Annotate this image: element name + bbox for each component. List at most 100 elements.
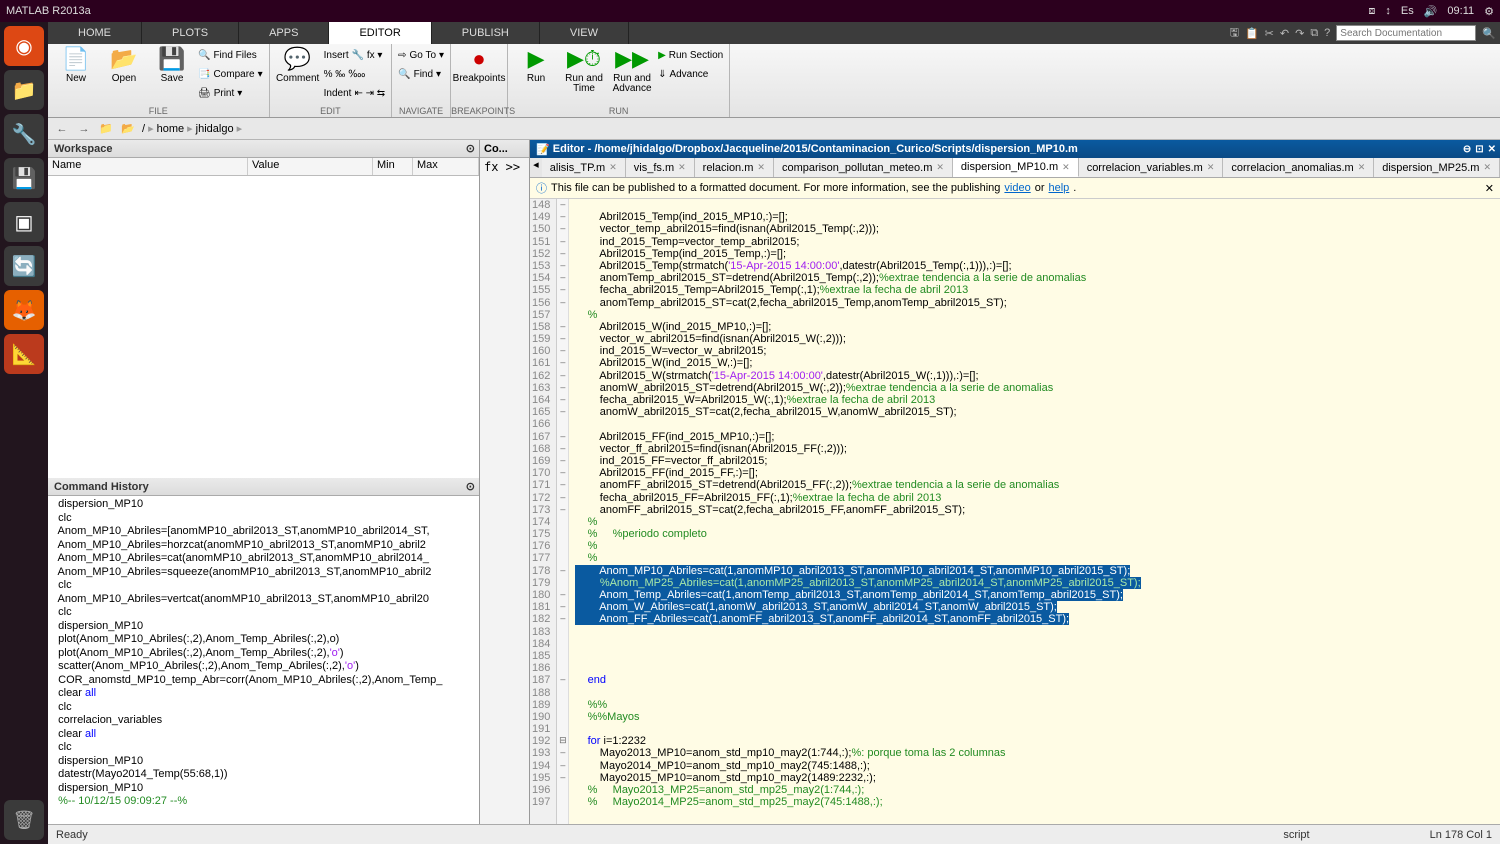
advance-button[interactable]: ⇓ Advance	[658, 65, 723, 83]
history-item[interactable]: clear all	[48, 687, 479, 701]
tab-close-icon[interactable]: ✕	[1358, 162, 1366, 173]
history-item[interactable]: clc	[48, 512, 479, 526]
qa-icon[interactable]: 🖫	[1230, 24, 1239, 43]
run-button[interactable]: ▶Run	[514, 46, 558, 94]
breakpoints-button[interactable]: ●Breakpoints	[457, 46, 501, 84]
workspace-body[interactable]	[48, 176, 479, 478]
ribbon-tab-plots[interactable]: PLOTS	[142, 22, 239, 44]
help-icon[interactable]: ?	[1324, 27, 1330, 39]
firefox-icon[interactable]: 🦊	[4, 290, 44, 330]
language-indicator[interactable]: Es	[1401, 5, 1414, 17]
ribbon-tab-apps[interactable]: APPS	[239, 22, 329, 44]
history-item[interactable]: clc	[48, 579, 479, 593]
panel-menu-icon[interactable]: ⊙	[466, 142, 475, 155]
goto-button[interactable]: ⇨ Go To ▾	[398, 46, 444, 64]
tab-close-icon[interactable]: ✕	[1062, 162, 1070, 173]
comment-button[interactable]: 💬Comment	[276, 46, 320, 102]
folder-icon[interactable]: 📂	[120, 121, 136, 137]
file-tab[interactable]: relacion.m ✕	[695, 158, 774, 177]
search-documentation[interactable]	[1336, 25, 1476, 41]
history-item[interactable]: dispersion_MP10	[48, 498, 479, 512]
history-item[interactable]: Anom_MP10_Abriles=cat(anomMP10_abril2013…	[48, 552, 479, 566]
file-tab[interactable]: dispersion_MP10.m ✕	[953, 158, 1079, 177]
qa-icon[interactable]: ⧉	[1310, 27, 1318, 40]
history-item[interactable]: Anom_MP10_Abriles=horzcat(anomMP10_abril…	[48, 539, 479, 553]
tab-close-icon[interactable]: ✕	[678, 162, 686, 173]
tab-close-icon[interactable]: ✕	[936, 162, 944, 173]
ribbon-tab-editor[interactable]: EDITOR	[329, 22, 431, 44]
insert-button[interactable]: Insert 🔧 fx ▾	[324, 46, 386, 64]
compare-button[interactable]: 📑 Compare ▾	[198, 65, 263, 83]
history-item[interactable]: dispersion_MP10	[48, 782, 479, 796]
find-button[interactable]: 🔍 Find ▾	[398, 65, 444, 83]
run-time-button[interactable]: ▶⏱Run and Time	[562, 46, 606, 94]
software-updater-icon[interactable]: 🔄	[4, 246, 44, 286]
maximize-icon[interactable]: ⊡	[1475, 144, 1483, 155]
history-item[interactable]: datestr(Mayo2014_Temp(55:68,1))	[48, 768, 479, 782]
history-item[interactable]: dispersion_MP10	[48, 620, 479, 634]
find-files-button[interactable]: 🔍 Find Files	[198, 46, 263, 64]
ribbon-tab-publish[interactable]: PUBLISH	[432, 22, 540, 44]
history-item[interactable]: %-- 10/12/15 09:09:27 --%	[48, 795, 479, 809]
matlab-icon[interactable]: 📐	[4, 334, 44, 374]
file-tab[interactable]: dispersion_MP25.m ✕	[1374, 158, 1500, 177]
history-item[interactable]: dispersion_MP10	[48, 755, 479, 769]
network-icon[interactable]: ↕	[1385, 5, 1391, 17]
ribbon-tab-view[interactable]: VIEW	[540, 22, 629, 44]
panel-menu-icon[interactable]: ⊙	[466, 480, 475, 493]
file-tab[interactable]: comparison_pollutan_meteo.m ✕	[774, 158, 953, 177]
history-item[interactable]: Anom_MP10_Abriles=vertcat(anomMP10_abril…	[48, 593, 479, 607]
banner-close-icon[interactable]: ✕	[1485, 182, 1494, 195]
file-tab[interactable]: correlacion_anomalias.m ✕	[1223, 158, 1374, 177]
clock[interactable]: 09:11	[1447, 5, 1474, 17]
qa-icon[interactable]: ↶	[1280, 27, 1289, 40]
tab-close-icon[interactable]: ✕	[609, 162, 617, 173]
open-button[interactable]: 📂Open	[102, 46, 146, 102]
forward-button[interactable]: →	[76, 121, 92, 137]
settings-icon[interactable]: 🔧	[4, 114, 44, 154]
terminal-icon[interactable]: ▣	[4, 202, 44, 242]
usb-icon[interactable]: 💾	[4, 158, 44, 198]
history-item[interactable]: plot(Anom_MP10_Abriles(:,2),Anom_Temp_Ab…	[48, 633, 479, 647]
history-item[interactable]: scatter(Anom_MP10_Abriles(:,2),Anom_Temp…	[48, 660, 479, 674]
search-icon[interactable]: 🔍	[1482, 27, 1496, 40]
tab-close-icon[interactable]: ✕	[757, 162, 765, 173]
history-item[interactable]: COR_anomstd_MP10_temp_Abr=corr(Anom_MP10…	[48, 674, 479, 688]
history-list[interactable]: dispersion_MP10 clc Anom_MP10_Abriles=[a…	[48, 496, 479, 824]
trash-icon[interactable]: 🗑	[4, 800, 44, 840]
dropbox-icon[interactable]: ⧈	[1368, 5, 1375, 18]
history-item[interactable]: Anom_MP10_Abriles=[anomMP10_abril2013_ST…	[48, 525, 479, 539]
file-tab[interactable]: vis_fs.m ✕	[626, 158, 695, 177]
back-button[interactable]: ←	[54, 121, 70, 137]
history-item[interactable]: correlacion_variables	[48, 714, 479, 728]
video-link[interactable]: video	[1004, 182, 1030, 194]
command-prompt[interactable]: fx >>	[480, 158, 529, 176]
tab-close-icon[interactable]: ✕	[1207, 162, 1215, 173]
comment-icons[interactable]: % ‰ ‱	[324, 65, 386, 83]
print-button[interactable]: 🖨 Print ▾	[198, 84, 263, 102]
history-item[interactable]: clc	[48, 741, 479, 755]
run-section-button[interactable]: ▶ Run Section	[658, 46, 723, 64]
history-item[interactable]: plot(Anom_MP10_Abriles(:,2),Anom_Temp_Ab…	[48, 647, 479, 661]
file-tab[interactable]: alisis_TP.m ✕	[542, 158, 626, 177]
minimize-icon[interactable]: ⊖	[1463, 144, 1471, 155]
history-item[interactable]: clc	[48, 606, 479, 620]
save-button[interactable]: 💾Save	[150, 46, 194, 102]
qa-icon[interactable]: 📋	[1245, 27, 1259, 40]
qa-icon[interactable]: ↷	[1295, 27, 1304, 40]
up-button[interactable]: 📁	[98, 121, 114, 137]
gear-icon[interactable]: ⚙	[1484, 5, 1494, 18]
qa-icon[interactable]: ✂	[1265, 27, 1274, 40]
editor-code-area[interactable]: 1481491501511521531541551561571581591601…	[530, 199, 1500, 824]
indent-button[interactable]: Indent ⇤ ⇥ ⇆	[324, 84, 386, 102]
file-tab[interactable]: correlacion_variables.m ✕	[1079, 158, 1224, 177]
ribbon-tab-home[interactable]: HOME	[48, 22, 142, 44]
history-item[interactable]: clear all	[48, 728, 479, 742]
tab-close-icon[interactable]: ✕	[1483, 162, 1491, 173]
dash-icon[interactable]: ◉	[4, 26, 44, 66]
run-advance-button[interactable]: ▶▶Run and Advance	[610, 46, 654, 94]
sound-icon[interactable]: 🔊	[1424, 5, 1438, 18]
help-link[interactable]: help	[1049, 182, 1070, 194]
tab-scroll-left[interactable]: ◂	[530, 158, 542, 177]
close-icon[interactable]: ✕	[1488, 144, 1496, 155]
